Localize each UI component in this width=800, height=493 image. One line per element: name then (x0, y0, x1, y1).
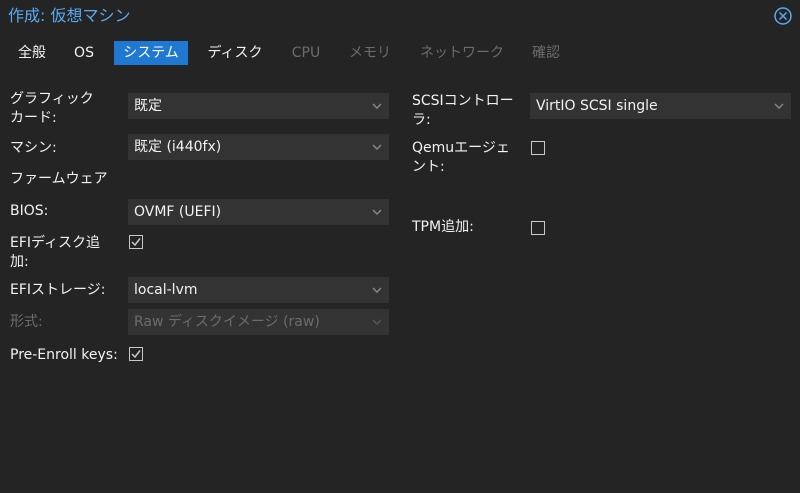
scsi-controller-value: VirtIO SCSI single (536, 98, 658, 114)
tab-system[interactable]: システム (114, 41, 188, 65)
qemu-agent-checkbox[interactable] (531, 141, 545, 155)
graphics-card-value: 既定 (134, 98, 162, 114)
format-value: Raw ディスクイメージ (raw) (134, 314, 320, 330)
efi-storage-label: EFIストレージ: (10, 282, 106, 298)
pre-enroll-keys-label: Pre-Enroll keys: (10, 347, 118, 363)
scsi-controller-label-line2: ラ: (412, 112, 431, 128)
format-label: 形式: (10, 314, 43, 330)
chevron-down-icon (372, 103, 382, 109)
tab-bar: 全般 OS システム ディスク CPU メモリ ネットワーク 確認 (0, 40, 800, 68)
scsi-controller-label-line1: SCSIコントロー (412, 93, 514, 109)
bios-combo[interactable]: OVMF (UEFI) (128, 199, 389, 225)
format-combo: Raw ディスクイメージ (raw) (128, 309, 389, 335)
system-panel: グラフィック カード: 既定 マシン: 既定 (i440fx) ファームウェア … (0, 70, 800, 493)
tpm-add-label: TPM追加: (412, 219, 474, 235)
checkmark-icon (131, 238, 141, 247)
graphics-card-label-line1: グラフィック (10, 91, 94, 107)
machine-combo[interactable]: 既定 (i440fx) (128, 134, 389, 160)
chevron-down-icon (372, 209, 382, 215)
chevron-down-icon (372, 287, 382, 293)
tab-network: ネットワーク (420, 45, 504, 61)
close-circle-icon (774, 7, 792, 25)
machine-value: 既定 (i440fx) (134, 139, 222, 155)
qemu-agent-label-line1: Qemuエージェ (412, 140, 510, 156)
tab-confirm: 確認 (532, 45, 560, 61)
tab-cpu: CPU (291, 45, 321, 61)
window-titlebar: 作成: 仮想マシン (0, 0, 800, 34)
tab-memory: メモリ (349, 45, 391, 61)
graphics-card-combo[interactable]: 既定 (128, 93, 389, 119)
window-title: 作成: 仮想マシン (8, 6, 131, 25)
scsi-controller-combo[interactable]: VirtIO SCSI single (530, 93, 791, 119)
tab-os[interactable]: OS (64, 41, 104, 65)
checkmark-icon (131, 350, 141, 359)
efi-storage-value: local-lvm (134, 282, 198, 298)
efi-disk-label-line2: 加: (10, 254, 29, 270)
tab-general[interactable]: 全般 (10, 41, 54, 65)
chevron-down-icon (774, 103, 784, 109)
bios-value: OVMF (UEFI) (134, 204, 222, 220)
chevron-down-icon (372, 144, 382, 150)
efi-disk-checkbox[interactable] (129, 235, 143, 249)
chevron-down-icon (372, 319, 382, 325)
efi-storage-combo[interactable]: local-lvm (128, 277, 389, 303)
tpm-add-checkbox[interactable] (531, 221, 545, 235)
machine-label: マシン: (10, 140, 57, 156)
bios-label: BIOS: (10, 203, 49, 219)
tab-disk[interactable]: ディスク (198, 41, 272, 65)
qemu-agent-label-line2: ント: (412, 159, 445, 175)
pre-enroll-keys-checkbox[interactable] (129, 347, 143, 361)
graphics-card-label-line2: カード: (10, 110, 57, 126)
firmware-heading: ファームウェア (10, 171, 108, 187)
close-button[interactable] (773, 6, 793, 26)
efi-disk-label-line1: EFIディスク追 (10, 235, 101, 251)
